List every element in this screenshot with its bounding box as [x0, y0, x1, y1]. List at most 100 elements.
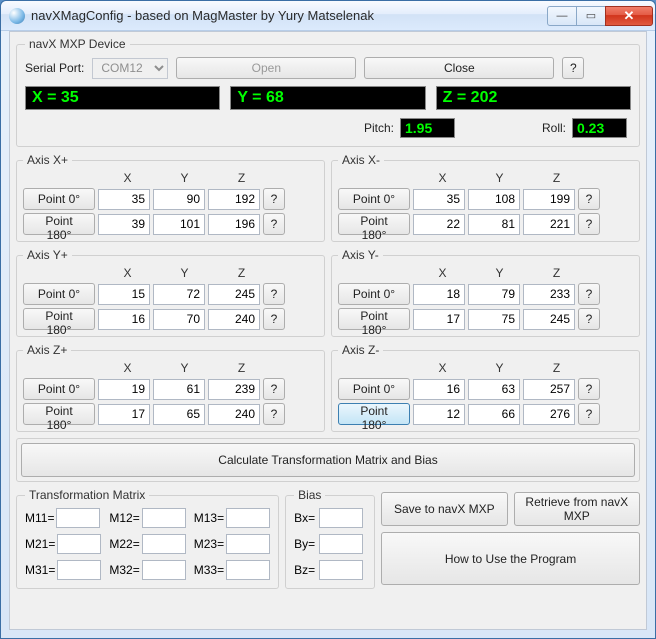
roll-label: Roll:: [542, 121, 566, 135]
p180-y-input[interactable]: [153, 309, 205, 330]
p0-z-input[interactable]: [523, 284, 575, 305]
m12-input[interactable]: [142, 508, 186, 528]
client-area: navX MXP Device Serial Port: COM12 Open …: [9, 31, 647, 630]
p0-help-button[interactable]: ?: [263, 188, 285, 210]
p180-help-button[interactable]: ?: [578, 403, 600, 425]
p180-y-input[interactable]: [468, 404, 520, 425]
app-window: navXMagConfig - based on MagMaster by Yu…: [0, 0, 656, 639]
z-readout: Z = 202: [436, 86, 631, 110]
p0-help-button[interactable]: ?: [263, 378, 285, 400]
p0-x-input[interactable]: [413, 284, 465, 305]
p0-z-input[interactable]: [208, 379, 260, 400]
p0-z-input[interactable]: [523, 379, 575, 400]
p0-help-button[interactable]: ?: [578, 283, 600, 305]
m21-input[interactable]: [57, 534, 101, 554]
minimize-button[interactable]: —: [547, 6, 577, 26]
p0-y-input[interactable]: [468, 189, 520, 210]
p0-help-button[interactable]: ?: [578, 378, 600, 400]
axis-legend: Axis Z-: [338, 343, 383, 357]
p0-x-input[interactable]: [413, 379, 465, 400]
p0-z-input[interactable]: [208, 284, 260, 305]
axis-legend: Axis Y-: [338, 248, 383, 262]
howto-button[interactable]: How to Use the Program: [381, 532, 640, 585]
col-x-label: X: [99, 171, 156, 185]
point0-button[interactable]: Point 0°: [23, 378, 95, 400]
p180-x-input[interactable]: [98, 214, 150, 235]
p180-z-input[interactable]: [523, 309, 575, 330]
by-input[interactable]: [319, 534, 363, 554]
axis-box: Axis X-XYZPoint 0°?Point 180°?: [331, 153, 640, 242]
m22-input[interactable]: [142, 534, 186, 554]
point180-button[interactable]: Point 180°: [338, 403, 410, 425]
point0-button[interactable]: Point 0°: [338, 378, 410, 400]
p180-help-button[interactable]: ?: [263, 403, 285, 425]
p180-z-input[interactable]: [523, 214, 575, 235]
p0-y-input[interactable]: [153, 284, 205, 305]
bx-input[interactable]: [319, 508, 363, 528]
m11-input[interactable]: [56, 508, 100, 528]
point180-button[interactable]: Point 180°: [338, 308, 410, 330]
m23-input[interactable]: [226, 534, 270, 554]
p0-x-input[interactable]: [413, 189, 465, 210]
p180-help-button[interactable]: ?: [578, 213, 600, 235]
m31-input[interactable]: [57, 560, 101, 580]
open-button[interactable]: Open: [176, 57, 356, 79]
point0-button[interactable]: Point 0°: [338, 188, 410, 210]
axis-box: Axis Z+XYZPoint 0°?Point 180°?: [16, 343, 325, 432]
m13-input[interactable]: [226, 508, 270, 528]
col-x-label: X: [99, 266, 156, 280]
p180-z-input[interactable]: [523, 404, 575, 425]
point180-button[interactable]: Point 180°: [23, 213, 95, 235]
p180-x-input[interactable]: [413, 214, 465, 235]
p180-x-input[interactable]: [413, 309, 465, 330]
point0-button[interactable]: Point 0°: [23, 283, 95, 305]
axes-grid: Axis X+XYZPoint 0°?Point 180°?Axis X-XYZ…: [16, 153, 640, 432]
p0-y-input[interactable]: [153, 189, 205, 210]
p180-x-input[interactable]: [98, 309, 150, 330]
point0-button[interactable]: Point 0°: [338, 283, 410, 305]
p0-x-input[interactable]: [98, 379, 150, 400]
m32-input[interactable]: [142, 560, 186, 580]
axis-legend: Axis X+: [23, 153, 72, 167]
bz-input[interactable]: [319, 560, 363, 580]
axis-box: Axis Y-XYZPoint 0°?Point 180°?: [331, 248, 640, 337]
maximize-button[interactable]: ▭: [576, 6, 606, 26]
col-y-label: Y: [156, 361, 213, 375]
calculate-button[interactable]: Calculate Transformation Matrix and Bias: [21, 443, 635, 477]
p180-y-input[interactable]: [468, 214, 520, 235]
p0-help-button[interactable]: ?: [578, 188, 600, 210]
point180-button[interactable]: Point 180°: [23, 308, 95, 330]
m33-input[interactable]: [226, 560, 270, 580]
p180-help-button[interactable]: ?: [263, 213, 285, 235]
p0-y-input[interactable]: [468, 284, 520, 305]
p180-x-input[interactable]: [98, 404, 150, 425]
p0-z-input[interactable]: [523, 189, 575, 210]
p0-y-input[interactable]: [468, 379, 520, 400]
axis-fieldset: Axis Y+XYZPoint 0°?Point 180°?: [16, 248, 325, 337]
p180-z-input[interactable]: [208, 404, 260, 425]
point180-button[interactable]: Point 180°: [338, 213, 410, 235]
axis-fieldset: Axis X+XYZPoint 0°?Point 180°?: [16, 153, 325, 242]
p180-help-button[interactable]: ?: [578, 308, 600, 330]
serial-port-select[interactable]: COM12: [92, 58, 168, 79]
p180-z-input[interactable]: [208, 309, 260, 330]
p0-y-input[interactable]: [153, 379, 205, 400]
p0-x-input[interactable]: [98, 284, 150, 305]
save-button[interactable]: Save to navX MXP: [381, 492, 507, 526]
close-button[interactable]: Close: [364, 57, 554, 79]
p180-y-input[interactable]: [468, 309, 520, 330]
window-close-button[interactable]: ✕: [605, 6, 653, 26]
p180-y-input[interactable]: [153, 214, 205, 235]
p180-x-input[interactable]: [413, 404, 465, 425]
p0-x-input[interactable]: [98, 189, 150, 210]
retrieve-button[interactable]: Retrieve from navX MXP: [514, 492, 640, 526]
p180-y-input[interactable]: [153, 404, 205, 425]
col-y-label: Y: [471, 361, 528, 375]
point0-button[interactable]: Point 0°: [23, 188, 95, 210]
device-help-button[interactable]: ?: [562, 57, 584, 79]
p0-z-input[interactable]: [208, 189, 260, 210]
point180-button[interactable]: Point 180°: [23, 403, 95, 425]
p180-z-input[interactable]: [208, 214, 260, 235]
p180-help-button[interactable]: ?: [263, 308, 285, 330]
p0-help-button[interactable]: ?: [263, 283, 285, 305]
